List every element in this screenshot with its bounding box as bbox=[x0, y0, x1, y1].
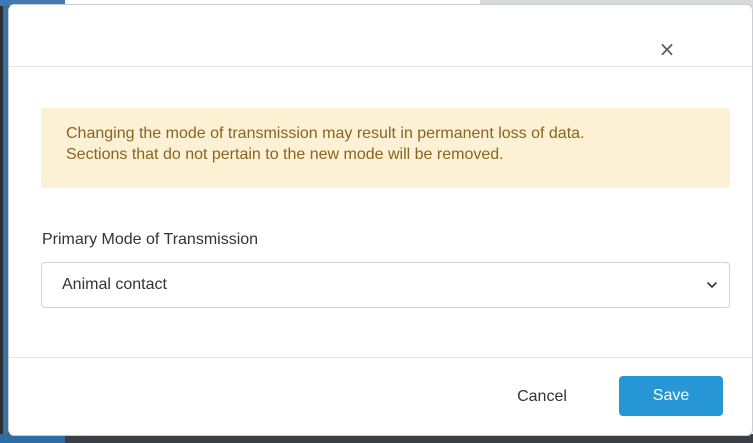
transmission-mode-select[interactable]: Animal contact bbox=[41, 262, 730, 308]
change-mode-dialog: × Changing the mode of transmission may … bbox=[8, 4, 753, 436]
dialog-footer: Cancel Save bbox=[9, 357, 752, 435]
cancel-button[interactable]: Cancel bbox=[505, 377, 579, 417]
warning-alert: Changing the mode of transmission may re… bbox=[41, 108, 730, 188]
save-button[interactable]: Save bbox=[619, 376, 723, 416]
close-icon[interactable]: × bbox=[655, 37, 679, 61]
transmission-mode-label: Primary Mode of Transmission bbox=[42, 231, 259, 248]
alert-text-line-1: Changing the mode of transmission may re… bbox=[66, 125, 585, 142]
chevron-down-icon bbox=[707, 282, 717, 288]
dialog-header: × bbox=[9, 5, 752, 67]
alert-text-line-2: Sections that do not pertain to the new … bbox=[66, 146, 504, 163]
select-value: Animal contact bbox=[62, 276, 167, 293]
